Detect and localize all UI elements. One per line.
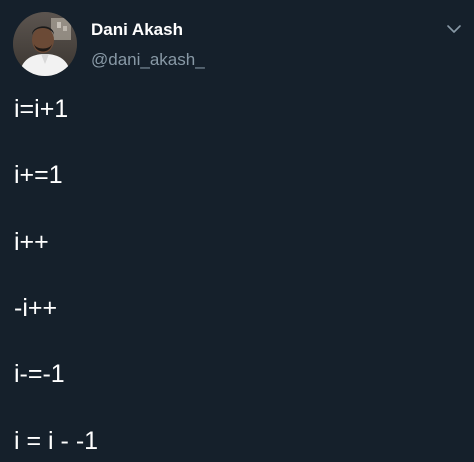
author-display-name[interactable]: Dani Akash bbox=[91, 19, 183, 41]
tweet-line: -i++ bbox=[14, 294, 58, 322]
tweet-line: i+=1 bbox=[14, 161, 63, 189]
avatar-photo bbox=[13, 12, 77, 76]
avatar[interactable] bbox=[13, 12, 77, 76]
tweet-line: i = i - -1 bbox=[14, 427, 99, 455]
chevron-down-icon[interactable] bbox=[444, 22, 464, 36]
tweet-line: i++ bbox=[14, 228, 49, 256]
author-handle[interactable]: @dani_akash_ bbox=[91, 49, 205, 71]
tweet: Dani Akash @dani_akash_ i=i+1 i+=1 i++ -… bbox=[0, 0, 474, 462]
tweet-line: i-=-1 bbox=[14, 360, 65, 388]
tweet-line: i=i+1 bbox=[14, 95, 69, 123]
